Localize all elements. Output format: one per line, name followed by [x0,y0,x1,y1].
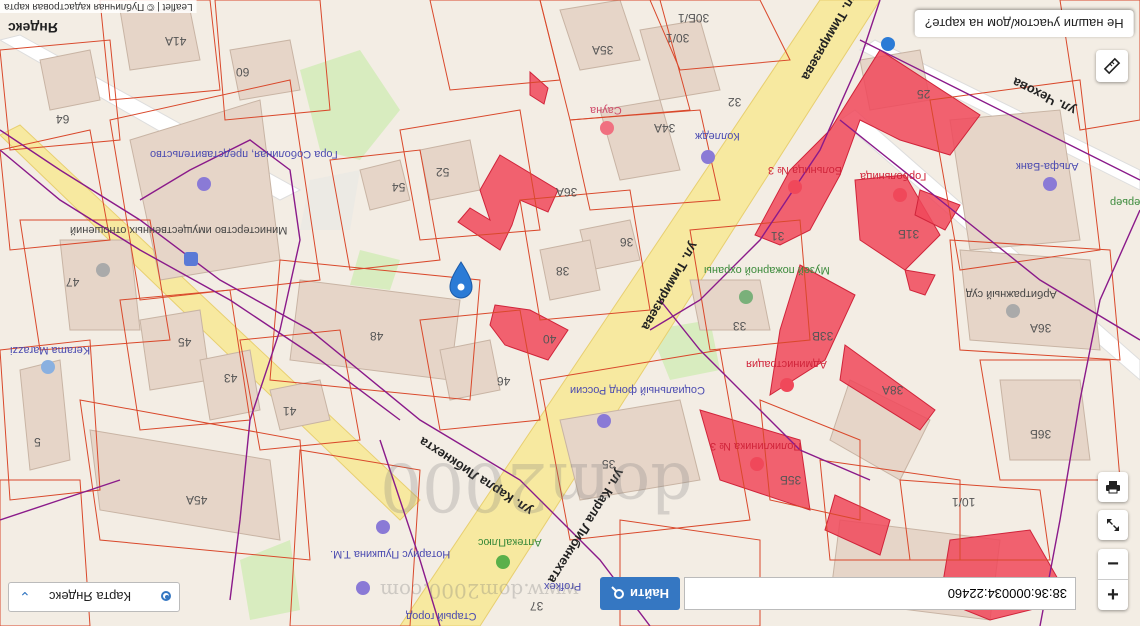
ruler-icon [1103,57,1121,75]
house-number: 31 [771,229,785,243]
poi-label[interactable]: Интерьер [1110,196,1140,208]
poi-label[interactable]: Колледж [695,130,740,142]
poi-label[interactable]: АптекаПлюс [478,536,542,548]
ruler-button[interactable] [1096,50,1128,82]
poi-label[interactable]: Сауна [590,104,622,116]
layer-switcher[interactable]: ⌄ Карта Яндекс [8,582,180,612]
house-number: 45 [178,335,192,349]
poi-label[interactable]: Музей пожарной охраны [704,264,830,276]
house-number: 36 [620,235,634,249]
house-number: 41А [165,34,187,48]
search-button[interactable]: Найти [600,577,680,610]
print-button[interactable] [1098,472,1128,502]
chevron-up-icon: ⌄ [19,589,31,605]
print-icon [1106,481,1120,494]
watermark-url: www.dom2000.com [380,579,579,603]
search-bar: Найти [600,577,1082,610]
house-number: 10/1 [952,495,976,509]
yandex-logo[interactable]: Яндекс [8,20,58,36]
poi-label[interactable]: Арбитражный суд [966,288,1057,300]
zoom-control: − + [1098,549,1128,610]
house-number: 47 [66,275,80,289]
poi-label[interactable]: Горбольница [860,170,926,182]
house-number: 41 [283,404,297,418]
house-number: 40 [543,332,557,346]
zoom-in-button[interactable]: + [1098,579,1128,610]
house-number: 32 [728,95,742,109]
map-canvas[interactable] [0,0,1140,626]
house-number: 45А [186,493,208,507]
cadastral-search-input[interactable] [684,577,1076,610]
poi-label[interactable]: Администрация [746,358,827,370]
map-attribution[interactable]: Leaflet | © Публичная кадастровая карта [0,0,197,13]
fullscreen-button[interactable] [1098,510,1128,540]
poi-label[interactable]: Гора Соболиная, представительство [150,148,338,160]
house-number: 34А [654,121,676,135]
house-number: 54 [392,180,406,194]
poi-label[interactable]: Поликлиника № 3 [710,440,801,452]
house-number: 38А [882,383,904,397]
fullscreen-icon [1107,519,1119,531]
layer-radio[interactable] [161,591,171,601]
search-button-label: Найти [630,586,669,601]
poi-label[interactable]: Keramа Marazzi [10,344,90,356]
house-number: 36Б [1030,427,1052,441]
house-number: 60 [236,65,250,79]
house-number: 64 [56,112,70,126]
not-found-button[interactable]: Не нашли участок/дом на карте? [915,10,1134,37]
house-number: 33В [812,329,834,343]
house-number: 36А [1030,321,1052,335]
search-icon [611,586,625,600]
zoom-out-button[interactable]: − [1098,549,1128,579]
poi-label[interactable]: Социальный фонд России [570,384,705,396]
poi-label[interactable]: Старый город [406,610,477,622]
house-number: 33 [733,319,747,333]
house-number: 25 [917,87,931,101]
poi-label[interactable]: Альфа-Банк [1016,160,1079,172]
poi-label[interactable]: Нотариус Пушкина Т.М. [330,548,450,560]
poi-label[interactable]: Больница № 3 [768,164,842,176]
house-number: 30/1 [666,31,690,45]
layer-switcher-label: Карта Яндекс [49,589,132,604]
house-number: 35А [592,43,614,57]
house-number: 48 [370,329,384,343]
house-number: 46 [497,374,511,388]
watermark: dom2000 [380,448,693,525]
house-number: 5 [34,435,41,449]
house-number: 52 [436,165,450,179]
house-number: 38 [556,264,570,278]
poi-label[interactable]: Министерство имущественных отношений [70,224,287,236]
house-number: 31Б [898,227,920,241]
house-number: 35Б [780,473,802,487]
house-number: 30Б/1 [678,11,710,25]
house-number: 36А [556,185,578,199]
house-number: 43 [224,371,238,385]
